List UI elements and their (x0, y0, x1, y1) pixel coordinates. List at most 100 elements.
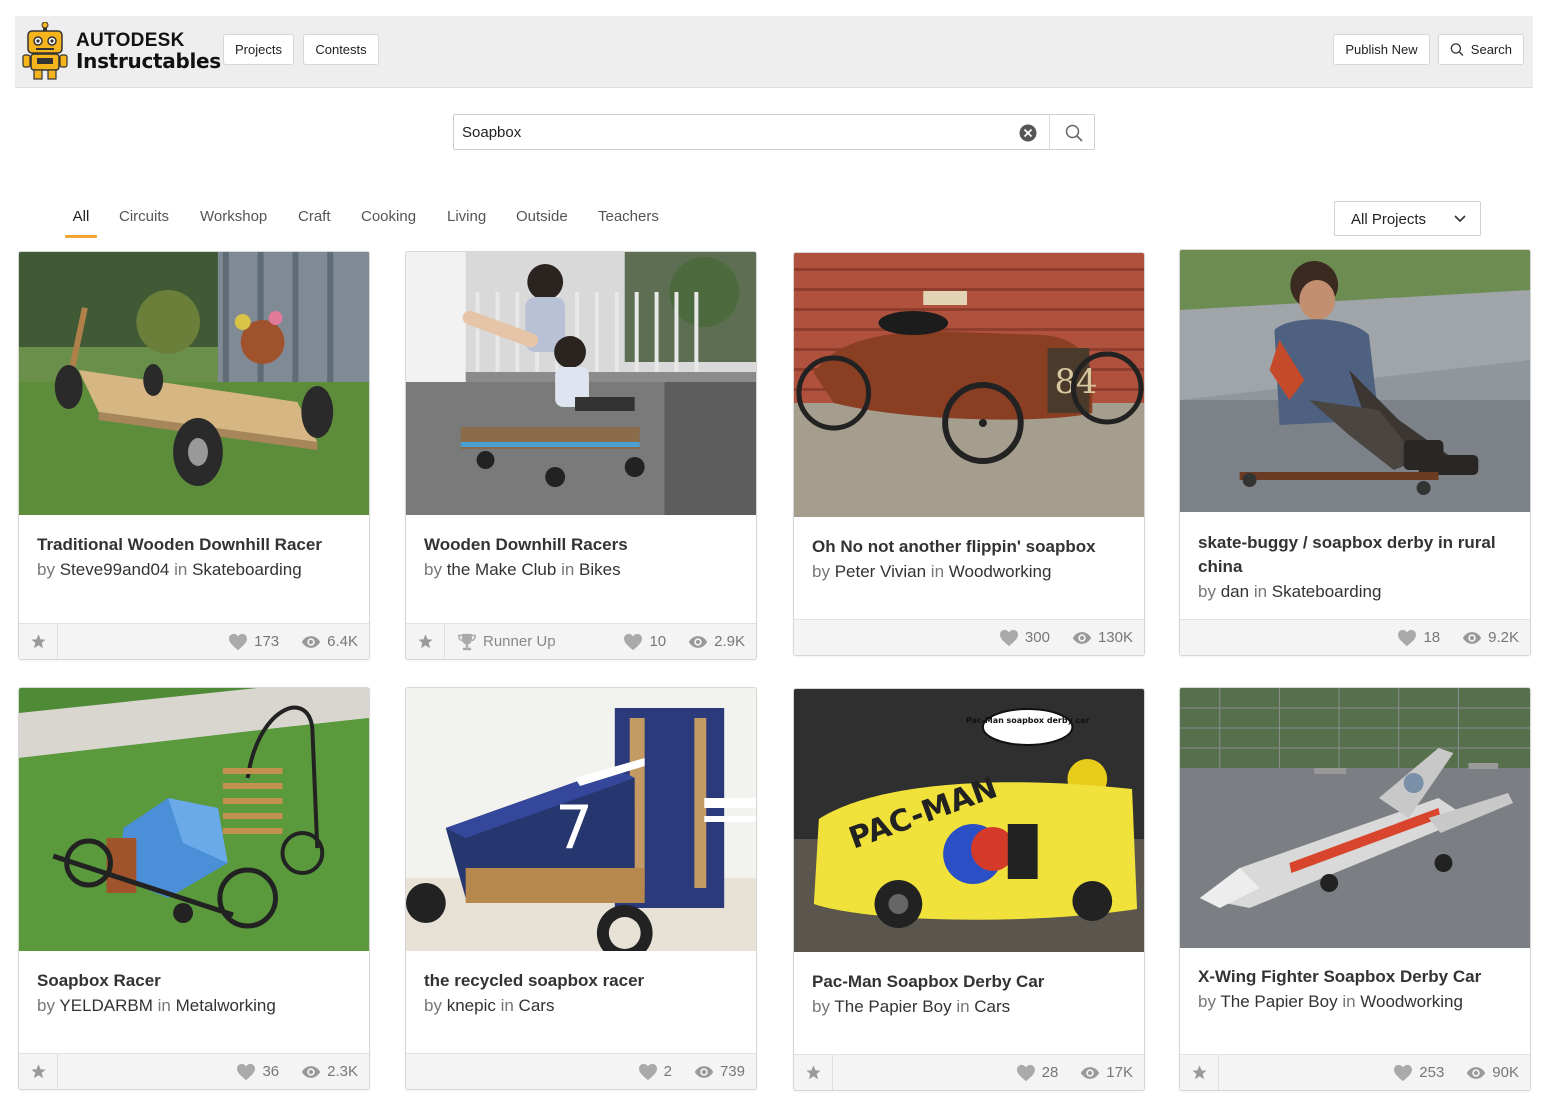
views-count: 17K (1106, 1064, 1133, 1081)
card-footer: Runner Up 10 2.9K (406, 623, 756, 659)
star-icon (30, 634, 46, 649)
search-divider (1049, 115, 1050, 149)
views-count: 9.2K (1488, 629, 1519, 646)
tab-living[interactable]: Living (447, 208, 486, 238)
project-title[interactable]: X-Wing Fighter Soapbox Derby Car (1198, 965, 1516, 989)
card-footer: 173 6.4K (19, 623, 369, 659)
eye-icon (301, 1065, 321, 1078)
category-link[interactable]: Bikes (579, 560, 621, 579)
eye-icon (688, 635, 708, 648)
tab-circuits[interactable]: Circuits (119, 208, 169, 238)
favorite-button[interactable] (19, 623, 58, 659)
favorite-button[interactable] (406, 623, 445, 659)
likes-count: 10 (649, 633, 667, 650)
project-card[interactable]: Wooden Downhill Racers by the Make Club … (405, 251, 757, 660)
robot-logo-icon[interactable] (22, 22, 68, 82)
category-link[interactable]: Cars (974, 997, 1010, 1016)
race-number-7: 7 (555, 793, 593, 863)
nav-projects-button[interactable]: Projects (223, 34, 294, 65)
author-link[interactable]: The Papier Boy (1220, 992, 1337, 1011)
project-filter-select[interactable]: All Projects (1334, 201, 1481, 236)
category-link[interactable]: Metalworking (176, 996, 276, 1015)
heart-icon (638, 1063, 657, 1080)
likes-count: 173 (254, 633, 280, 650)
project-thumbnail[interactable] (19, 252, 369, 515)
likes-count: 36 (262, 1063, 280, 1080)
heart-icon (999, 629, 1018, 646)
star-icon (1191, 1065, 1207, 1080)
category-link[interactable]: Woodworking (949, 562, 1052, 581)
project-title[interactable]: Traditional Wooden Downhill Racer (37, 533, 355, 557)
search-icon[interactable] (1064, 123, 1084, 143)
project-thumbnail[interactable] (406, 252, 756, 515)
project-title[interactable]: skate-buggy / soapbox derby in rural chi… (1198, 531, 1516, 579)
tab-cooking[interactable]: Cooking (361, 208, 416, 238)
tab-craft[interactable]: Craft (298, 208, 331, 238)
tab-all[interactable]: All (65, 208, 97, 238)
project-thumbnail[interactable]: 7 (406, 688, 756, 951)
card-footer: 18 9.2K (1180, 619, 1530, 655)
header-search-button[interactable]: Search (1438, 34, 1524, 65)
brand-wordmark[interactable]: AUTODESK Instructables (76, 30, 221, 72)
author-link[interactable]: Steve99and04 (60, 560, 170, 579)
heart-icon (1398, 629, 1417, 646)
nav-contests-button[interactable]: Contests (303, 34, 379, 65)
eye-icon (1467, 1066, 1486, 1079)
likes-count: 28 (1041, 1064, 1059, 1081)
author-link[interactable]: The Papier Boy (834, 997, 951, 1016)
card-footer: 36 2.3K (19, 1053, 369, 1089)
author-link[interactable]: YELDARBM (59, 996, 153, 1015)
project-title[interactable]: Soapbox Racer (37, 969, 355, 993)
project-title[interactable]: Oh No not another flippin' soapbox (812, 535, 1130, 559)
views-count: 2.9K (714, 633, 745, 650)
category-link[interactable]: Skateboarding (1272, 582, 1382, 601)
publish-new-button[interactable]: Publish New (1333, 34, 1430, 65)
star-icon (30, 1064, 46, 1079)
category-link[interactable]: Woodworking (1360, 992, 1463, 1011)
author-link[interactable]: knepic (447, 996, 496, 1015)
project-card[interactable]: Traditional Wooden Downhill Racer by Ste… (18, 251, 370, 660)
author-link[interactable]: dan (1221, 582, 1249, 601)
category-link[interactable]: Cars (519, 996, 555, 1015)
favorite-button[interactable] (1180, 1054, 1219, 1090)
author-link[interactable]: Peter Vivian (835, 562, 926, 581)
author-link[interactable]: the Make Club (447, 560, 557, 579)
likes-count: 300 (1024, 629, 1050, 646)
search-input[interactable] (454, 115, 1014, 149)
search-bar (453, 114, 1095, 150)
favorite-button[interactable] (794, 1054, 833, 1090)
project-thumbnail[interactable] (1180, 688, 1530, 948)
project-thumbnail[interactable]: Pac-Man soapbox derby car PAC-MAN (794, 689, 1144, 952)
clear-icon[interactable] (1019, 124, 1037, 142)
project-card[interactable]: Pac-Man soapbox derby car PAC-MAN Pac-Ma… (793, 688, 1145, 1091)
brand-instructables: Instructables (76, 49, 221, 73)
project-card[interactable]: X-Wing Fighter Soapbox Derby Car by The … (1179, 687, 1531, 1091)
project-thumbnail[interactable] (1180, 250, 1530, 512)
project-title[interactable]: Pac-Man Soapbox Derby Car (812, 970, 1130, 994)
favorite-button[interactable] (19, 1053, 58, 1089)
project-thumbnail[interactable]: 84 (794, 253, 1144, 517)
category-link[interactable]: Skateboarding (192, 560, 302, 579)
project-thumbnail[interactable] (19, 688, 369, 951)
tab-outside[interactable]: Outside (516, 208, 568, 238)
search-icon (1450, 43, 1464, 57)
views-count: 130K (1097, 629, 1133, 646)
project-card[interactable]: skate-buggy / soapbox derby in rural chi… (1179, 249, 1531, 656)
project-card[interactable]: 84 Oh No not another flippin' soapbox by… (793, 252, 1145, 656)
tab-workshop[interactable]: Workshop (200, 208, 267, 238)
heart-icon (237, 1063, 256, 1080)
views-count: 739 (719, 1063, 745, 1080)
views-count: 2.3K (327, 1063, 358, 1080)
project-title[interactable]: the recycled soapbox racer (424, 969, 742, 993)
views-count: 90K (1492, 1064, 1519, 1081)
project-byline: by the Make Club in Bikes (424, 560, 621, 579)
likes-count: 2 (663, 1063, 672, 1080)
tab-teachers[interactable]: Teachers (598, 208, 659, 238)
project-byline: by YELDARBM in Metalworking (37, 996, 276, 1015)
card-footer: 253 90K (1180, 1054, 1530, 1090)
project-card[interactable]: Soapbox Racer by YELDARBM in Metalworkin… (18, 687, 370, 1090)
project-card[interactable]: 7 the recycled soapbox racer by knepic i… (405, 687, 757, 1090)
project-byline: by Peter Vivian in Woodworking (812, 562, 1052, 581)
project-title[interactable]: Wooden Downhill Racers (424, 533, 742, 557)
project-filter-value: All Projects (1351, 211, 1427, 228)
